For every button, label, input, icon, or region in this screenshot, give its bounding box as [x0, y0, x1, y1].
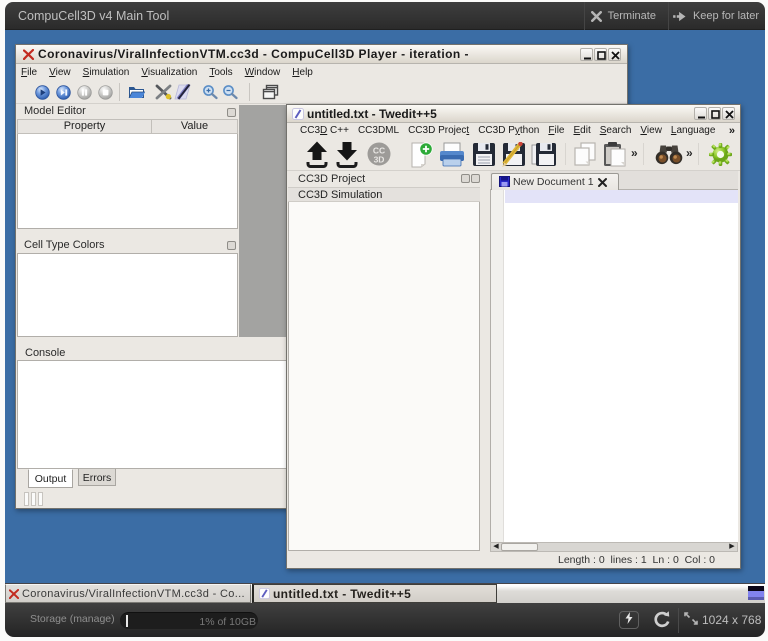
svg-text:3D: 3D [374, 155, 385, 165]
